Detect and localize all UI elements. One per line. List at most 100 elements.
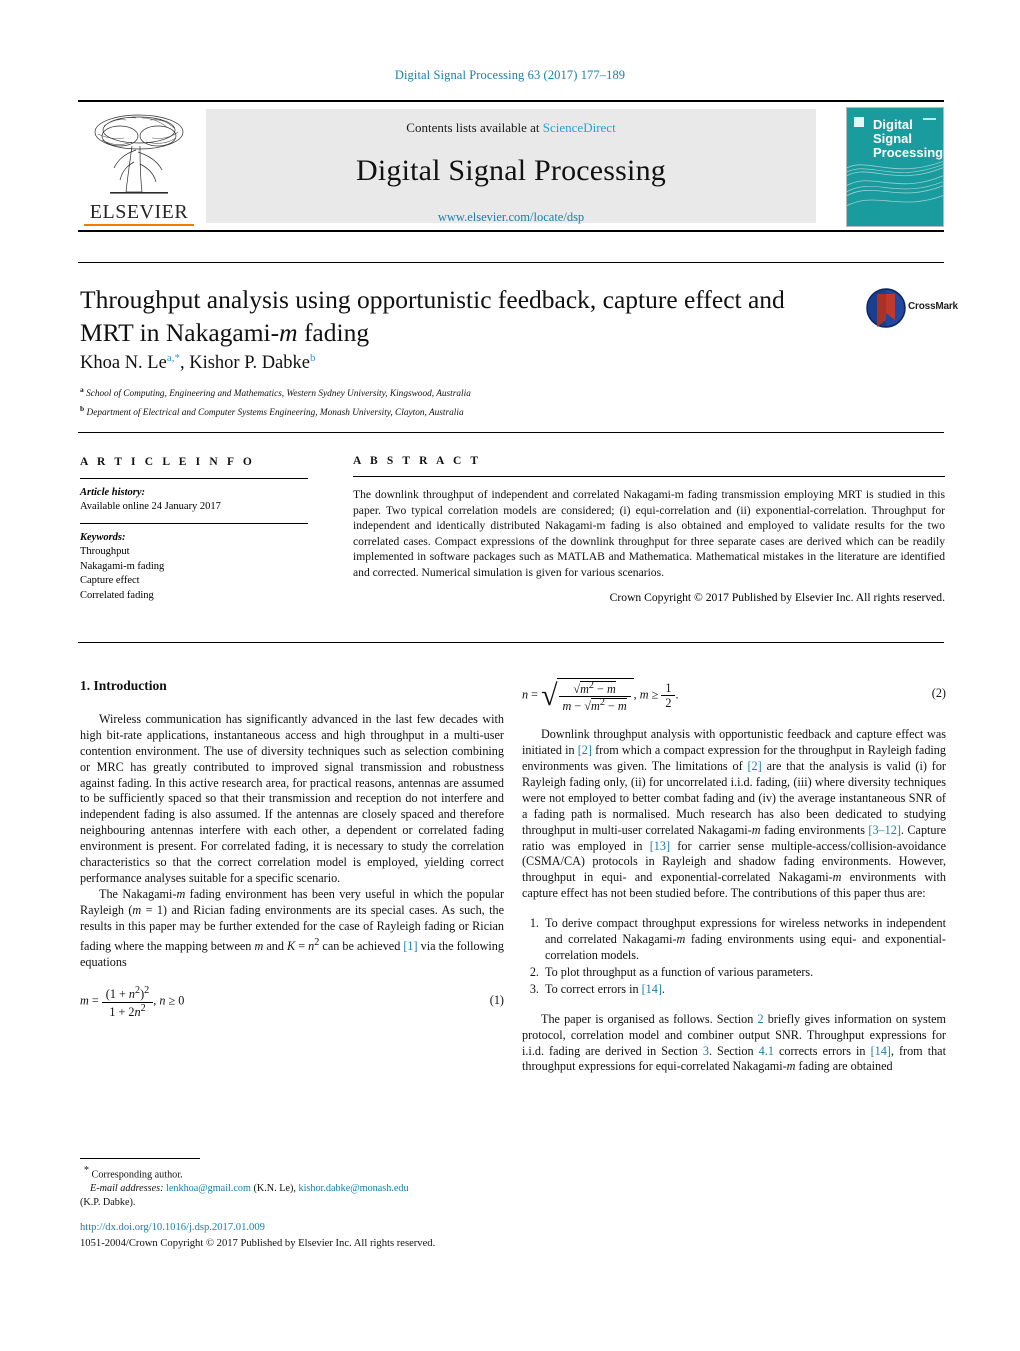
abstract-body: The downlink throughput of independent a… bbox=[353, 488, 945, 579]
journal-homepage-link[interactable]: www.elsevier.com/locate/dsp bbox=[206, 188, 816, 225]
crossmark-badge[interactable]: CrossMark bbox=[866, 288, 958, 328]
paragraph-text: and bbox=[263, 938, 287, 953]
keyword-item: Nakagami-m fading bbox=[80, 560, 165, 572]
citation-link[interactable]: [13] bbox=[650, 839, 670, 853]
page-title: Throughput analysis using opportunistic … bbox=[80, 283, 840, 349]
citation-link[interactable]: [1] bbox=[403, 939, 417, 953]
email-link-1[interactable]: lenkhoa@gmail.com bbox=[166, 1183, 251, 1194]
email-owner-1: (K.N. Le), bbox=[253, 1183, 296, 1195]
corresponding-author-mark: * bbox=[84, 1165, 89, 1176]
list-item-text: To plot throughput as a function of vari… bbox=[545, 964, 814, 979]
article-history-label: Article history: bbox=[80, 486, 146, 498]
title-line-2-post: fading bbox=[297, 318, 370, 347]
body-column-right: n = √ √m2 − m m − √m2 − m , m ≥ 12 . (2)… bbox=[522, 678, 946, 1075]
abstract-rule bbox=[353, 476, 945, 477]
affiliation-text-a: School of Computing, Engineering and Mat… bbox=[86, 389, 471, 400]
footnote-block: * Corresponding author. E-mail addresses… bbox=[80, 1164, 504, 1210]
email-link-2[interactable]: kishor.dabke@monash.edu bbox=[298, 1183, 408, 1194]
abstract-section: A B S T R A C T The downlink throughput … bbox=[353, 455, 945, 604]
affiliation-b: b Department of Electrical and Computer … bbox=[80, 402, 880, 421]
info-divider-top bbox=[78, 432, 944, 433]
paragraph-text: The Nakagami- bbox=[99, 886, 177, 901]
equation-1-number: (1) bbox=[489, 993, 504, 1008]
citation-link[interactable]: [2] bbox=[748, 759, 762, 773]
paragraph-text: corrects errors in bbox=[773, 1043, 871, 1058]
keyword-item: Capture effect bbox=[80, 575, 140, 586]
email-label: E-mail addresses: bbox=[90, 1183, 164, 1195]
info-rule-2 bbox=[80, 522, 308, 524]
article-info: A R T I C L E I N F O Article history: A… bbox=[80, 455, 315, 603]
author-marks-1: a,* bbox=[166, 352, 180, 364]
abstract-heading: A B S T R A C T bbox=[353, 455, 482, 467]
cover-title-line1: Digital bbox=[873, 117, 913, 132]
section-heading-introduction: 1. Introduction bbox=[80, 678, 167, 693]
body-column-left: 1. Introduction Wireless communication h… bbox=[80, 678, 504, 1033]
author-list: Khoa N. Lea,*, Kishor P. Dabkeb bbox=[80, 352, 316, 374]
paragraph-text: can be achieved bbox=[319, 938, 404, 953]
title-line-1: Throughput analysis using opportunistic … bbox=[80, 285, 785, 314]
list-item: To plot throughput as a function of vari… bbox=[542, 965, 946, 981]
list-item-text: To correct errors in bbox=[545, 981, 642, 996]
doi-link[interactable]: http://dx.doi.org/10.1016/j.dsp.2017.01.… bbox=[80, 1222, 510, 1233]
paragraph: Downlink throughput analysis with opport… bbox=[522, 727, 947, 901]
crossmark-label: CrossMark bbox=[908, 301, 958, 312]
list-item: To derive compact throughput expressions… bbox=[542, 916, 946, 964]
keywords-label: Keywords: bbox=[80, 531, 126, 543]
paragraph-text: . Section bbox=[708, 1043, 759, 1058]
equation-2-radicand: √m2 − m m − √m2 − m bbox=[556, 678, 634, 714]
keyword-item: Throughput bbox=[80, 546, 130, 557]
footnote-rule bbox=[80, 1158, 200, 1159]
sciencedirect-link[interactable]: ScienceDirect bbox=[543, 120, 616, 135]
paragraph: The paper is organised as follows. Secti… bbox=[522, 1011, 947, 1074]
author-name-1: Khoa N. Le bbox=[80, 353, 167, 374]
keyword-item: Correlated fading bbox=[80, 589, 154, 601]
email-note: E-mail addresses: lenkhoa@gmail.com (K.N… bbox=[80, 1182, 504, 1196]
equation-1: m = (1 + n2)2 1 + 2n2 , n ≥ 0 (1) bbox=[80, 985, 504, 1019]
elsevier-wordmark: ELSEVIER bbox=[89, 201, 189, 223]
corresponding-author-text: Corresponding author. bbox=[91, 1169, 183, 1181]
crossmark-icon bbox=[866, 288, 906, 328]
citation-link[interactable]: [3–12] bbox=[868, 823, 901, 837]
masthead-center: Contents lists available at ScienceDirec… bbox=[206, 109, 816, 225]
affiliation-list: a School of Computing, Engineering and M… bbox=[80, 383, 880, 420]
section-link[interactable]: 4.1 bbox=[759, 1044, 774, 1058]
list-item-text: . bbox=[661, 981, 665, 996]
paragraph: The Nakagami-m fading environment has be… bbox=[80, 886, 504, 969]
running-head: Digital Signal Processing 63 (2017) 177–… bbox=[394, 68, 626, 82]
equation-2-number: (2) bbox=[931, 686, 946, 700]
list-item: To correct errors in [14]. bbox=[542, 982, 946, 998]
author-name-2: Kishor P. Dabke bbox=[189, 353, 310, 374]
equation-2-half: 12 bbox=[661, 681, 676, 710]
info-rule-1 bbox=[80, 477, 308, 479]
citation-link[interactable]: [14] bbox=[642, 982, 662, 996]
issn-copyright-line: 1051-2004/Crown Copyright © 2017 Publish… bbox=[80, 1238, 436, 1249]
citation-link[interactable]: [2] bbox=[578, 743, 592, 757]
citation-link[interactable]: [14] bbox=[871, 1044, 891, 1058]
affiliation-mark-b: b bbox=[80, 403, 85, 413]
affiliation-mark-a: a bbox=[80, 385, 84, 394]
elsevier-orange-rule bbox=[84, 223, 194, 226]
affiliation-a: a School of Computing, Engineering and M… bbox=[80, 383, 880, 402]
paragraph-text: fading are obtained bbox=[795, 1059, 893, 1074]
contents-prefix: Contents lists available at bbox=[406, 120, 543, 135]
article-page: Digital Signal Processing 63 (2017) 177–… bbox=[0, 0, 1020, 1351]
article-info-heading: A R T I C L E I N F O bbox=[80, 456, 255, 468]
elsevier-logo: ELSEVIER bbox=[80, 106, 198, 226]
cover-title-line3: Processing bbox=[873, 145, 943, 160]
journal-cover-thumbnail: Digital Signal Processing bbox=[846, 107, 944, 227]
title-line-2-em: m bbox=[279, 318, 298, 347]
author-marks-2: b bbox=[309, 352, 316, 364]
title-divider bbox=[78, 262, 944, 263]
paragraph: Wireless communication has significantly… bbox=[80, 711, 504, 885]
affiliation-text-b: Department of Electrical and Computer Sy… bbox=[86, 407, 464, 418]
contributions-list: To derive compact throughput expressions… bbox=[522, 916, 946, 998]
article-history-value: Available online 24 January 2017 bbox=[80, 501, 221, 512]
paragraph-text: fading environments bbox=[760, 822, 869, 837]
journal-masthead: ELSEVIER Contents lists available at Sci… bbox=[78, 100, 944, 232]
info-divider-bottom bbox=[78, 642, 944, 643]
title-line-2-pre: MRT in Nakagami- bbox=[80, 318, 280, 347]
contents-line: Contents lists available at ScienceDirec… bbox=[206, 109, 816, 136]
abstract-copyright: Crown Copyright © 2017 Published by Else… bbox=[609, 590, 945, 604]
corresponding-author-note: * Corresponding author. bbox=[80, 1164, 504, 1182]
journal-title: Digital Signal Processing bbox=[356, 154, 666, 187]
